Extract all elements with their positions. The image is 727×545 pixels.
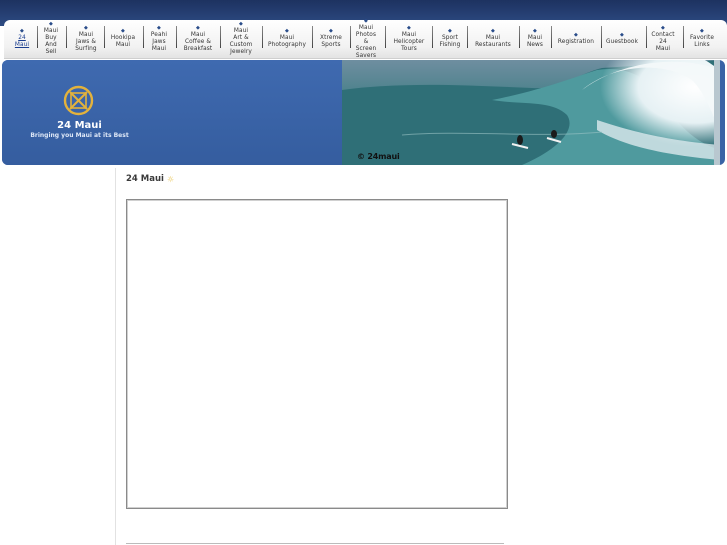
nav-item-guestbook[interactable]: ◆ Guestbook [605,20,639,58]
header-brand-area: 24 Maui Bringing you Maui at its Best [2,60,342,165]
nav-item-label: Maui Photos & Screen Savers [355,24,377,59]
nav-item-label: Guestbook [605,38,639,45]
nav-separator [385,26,386,48]
nav-separator [262,26,263,48]
bullet-icon: ◆ [329,28,333,34]
nav-item-maui-jaws-surfing[interactable]: ◆ Maui Jaws & Surfing [70,20,102,58]
nav-item-label: Xtreme Sports [320,35,342,48]
content-divider [126,543,504,544]
site-title: 24 Maui [57,120,102,131]
photo-credit: © 24maui [357,152,400,161]
nav-item-hookipa-maui[interactable]: ◆ Hookipa Maui [108,20,138,58]
main-navigation: ◆ 24 Maui ◆ Maui Buy And Sell ◆ Maui Jaw… [4,17,727,59]
nav-item-label: Registration [557,38,595,45]
bullet-icon: ◆ [20,28,24,34]
nav-item-registration[interactable]: ◆ Registration [555,20,597,58]
embedded-content-frame[interactable] [126,199,508,509]
nav-item-label: Hookipa Maui [110,35,136,48]
nav-item-maui-coffee-breakfast[interactable]: ◆ Maui Coffee & Breakfast [180,20,216,58]
bullet-icon: ◆ [121,28,125,34]
nav-item-24-maui[interactable]: ◆ 24 Maui [13,20,31,58]
nav-item-sport-fishing[interactable]: ◆ Sport Fishing [436,20,464,58]
nav-separator [467,26,468,48]
nav-item-label: Maui Helicopter Tours [393,31,425,52]
nav-separator [312,26,313,48]
nav-item-label: 24 Maui [14,35,30,48]
nav-separator [66,26,67,48]
nav-separator [432,26,433,48]
bullet-icon: ◆ [620,31,624,38]
nav-item-maui-buy-and-sell[interactable]: ◆ Maui Buy And Sell [40,20,62,58]
nav-separator [683,26,684,48]
nav-separator [601,26,602,48]
nav-item-xtreme-sports[interactable]: ◆ Xtreme Sports [316,20,346,58]
nav-item-label: Maui Jaws & Surfing [75,31,97,52]
nav-item-label: Favorite Links [690,35,714,48]
nav-separator [220,26,221,48]
site-header-banner: 24 Maui Bringing you Maui at its Best © … [2,60,725,165]
bullet-icon: ◆ [407,24,411,31]
bullet-icon: ◆ [661,24,665,31]
nav-item-label: Maui Art & Custom Jewelry [229,28,253,55]
nav-item-maui-photos-screensavers[interactable]: ◆ Maui Photos & Screen Savers [354,17,378,59]
bullet-icon: ◆ [157,24,161,31]
bullet-icon: ◆ [574,31,578,38]
nav-separator [519,26,520,48]
bullet-icon: ◆ [196,24,200,31]
nav-item-favorite-links[interactable]: ◆ Favorite Links [687,20,717,58]
nav-item-label: Maui Coffee & Breakfast [183,31,213,52]
bullet-icon: ◆ [491,28,495,34]
nav-separator [551,26,552,48]
nav-item-peahi-jaws-maui[interactable]: ◆ Peahi Jaws Maui [147,20,171,58]
nav-separator [350,26,351,48]
bullet-icon: ◆ [49,21,53,27]
nav-separator [143,26,144,48]
nav-item-label: Peahi Jaws Maui [150,31,168,52]
nav-separator [37,26,38,48]
bullet-icon: ◆ [84,24,88,31]
nav-item-maui-news[interactable]: ◆ Maui News [523,20,547,58]
bullet-icon: ◆ [285,28,289,34]
nav-separator [176,26,177,48]
nav-item-label: Maui News [526,35,544,48]
page-title-text: 24 Maui [126,174,164,184]
nav-item-label: Maui Buy And Sell [43,28,59,55]
site-tagline: Bringing you Maui at its Best [30,132,129,139]
bullet-icon: ◆ [533,28,537,34]
big-wave-surf-photo [342,60,720,165]
nav-item-label: Sport Fishing [439,35,461,48]
nav-separator [104,26,105,48]
nav-item-maui-photography[interactable]: ◆ Maui Photography [266,20,308,58]
bullet-icon: ◆ [448,28,452,34]
nav-item-maui-art-jewelry[interactable]: ◆ Maui Art & Custom Jewelry [224,20,258,58]
compass-x-icon[interactable] [63,85,94,116]
sun-icon: ☼ [166,174,175,184]
bullet-icon: ◆ [700,28,704,34]
nav-item-label: Maui Photography [267,35,307,48]
nav-item-contact-24-maui[interactable]: ◆ Contact 24 Maui [650,20,676,58]
page-title: 24 Maui ☼ [126,174,174,184]
bullet-icon: ◆ [364,17,368,24]
bullet-icon: ◆ [239,21,243,27]
nav-separator [646,26,647,48]
nav-item-label: Contact 24 Maui [651,31,675,52]
nav-item-maui-restaurants[interactable]: ◆ Maui Restaurants [471,20,515,58]
nav-item-maui-helicopter-tours[interactable]: ◆ Maui Helicopter Tours [389,20,429,58]
sidebar-divider [115,168,116,545]
nav-item-label: Maui Restaurants [475,35,511,48]
